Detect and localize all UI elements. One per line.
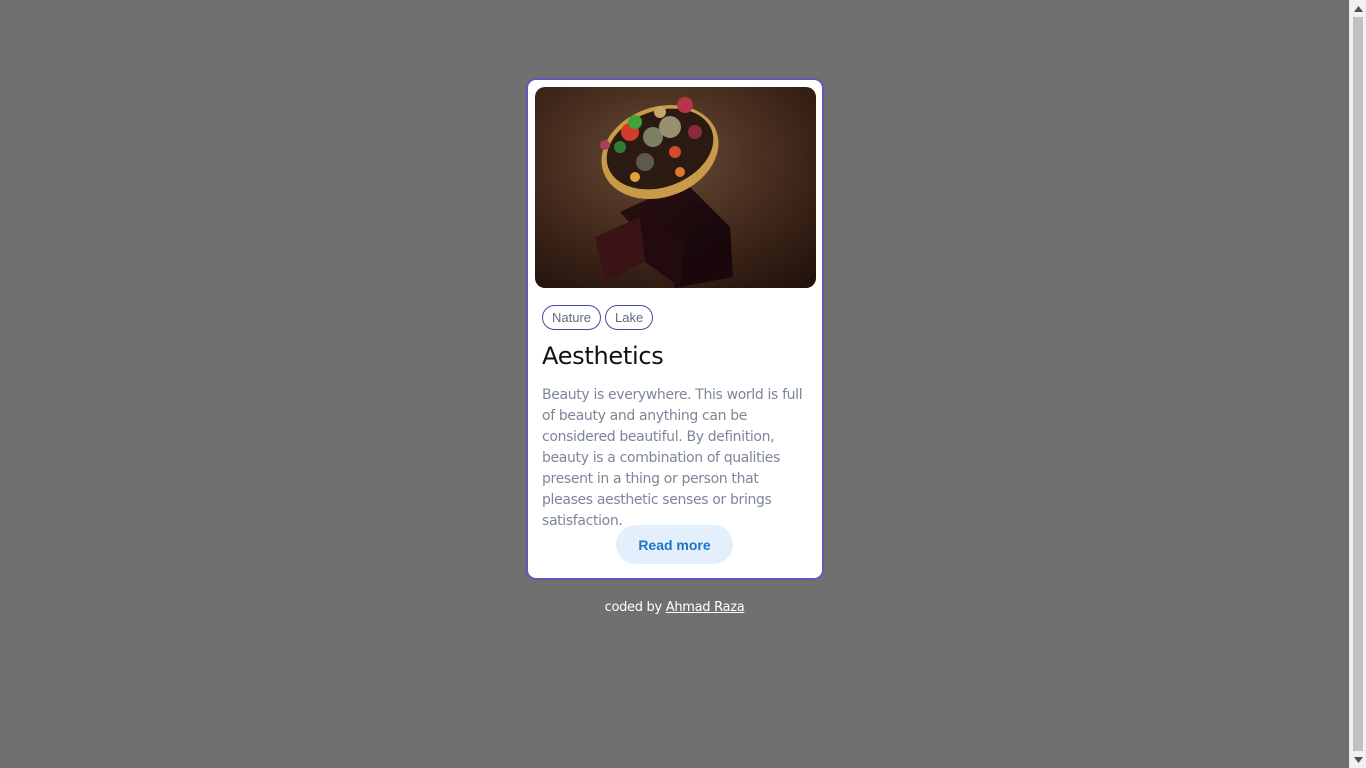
article-card: Nature Lake Aesthetics Beauty is everywh…: [526, 78, 824, 580]
tag-nature[interactable]: Nature: [542, 305, 602, 330]
card-description: Beauty is everywhere. This world is full…: [542, 387, 803, 529]
taco-photo: [535, 87, 816, 288]
chevron-down-icon[interactable]: [1350, 751, 1366, 768]
chevron-up-icon[interactable]: [1350, 0, 1366, 17]
scrollbar-thumb[interactable]: [1353, 17, 1363, 751]
page-background: Nature Lake Aesthetics Beauty is everywh…: [0, 0, 1349, 768]
tag-lake[interactable]: Lake: [605, 305, 654, 330]
attribution-prefix: coded by: [604, 600, 666, 615]
read-more-button[interactable]: Read more: [616, 525, 733, 564]
attribution: coded by Ahmad Raza: [0, 600, 1349, 615]
tag-list: Nature Lake: [542, 305, 654, 330]
author-link[interactable]: Ahmad Raza: [666, 600, 745, 615]
vertical-scrollbar[interactable]: [1349, 0, 1366, 768]
card-title: Aesthetics: [542, 342, 664, 370]
card-image: [535, 87, 816, 288]
